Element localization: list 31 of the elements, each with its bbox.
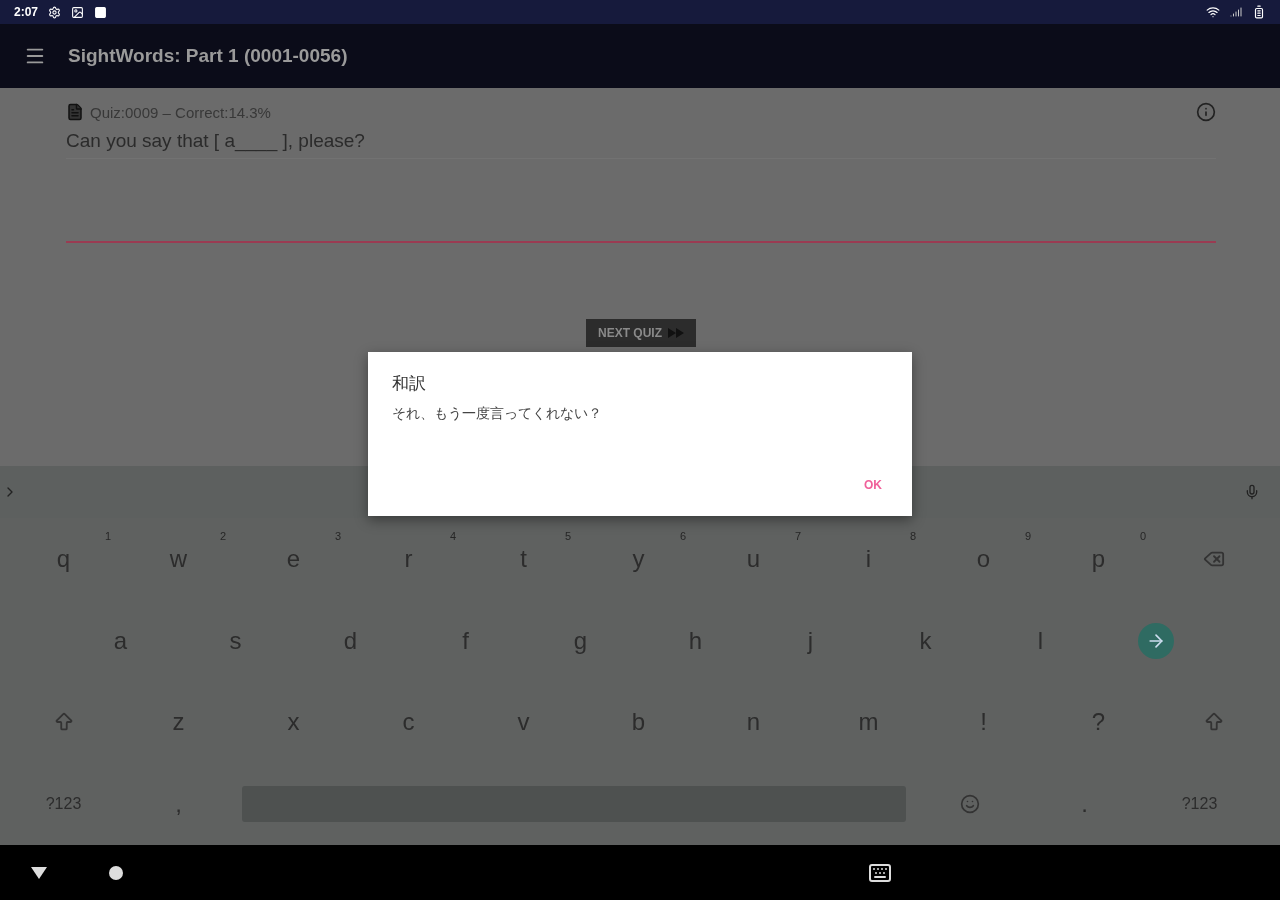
signal-icon [1230,6,1242,18]
wifi-icon [1206,5,1220,19]
back-icon[interactable] [30,865,48,880]
dialog-title: 和訳 [392,373,427,395]
battery-icon [1252,5,1266,19]
key-hint: 5 [564,530,571,542]
mic-icon[interactable] [1244,484,1260,500]
key-label[interactable]: . [1081,790,1088,819]
key-label[interactable]: , [175,790,182,819]
dialog-message: それ、もう一度言ってくれない？ [392,405,603,423]
quiz-question: Can you say that [ a____ ], please? [66,130,1216,159]
home-icon[interactable] [108,864,124,881]
next-quiz-button[interactable]: NEXT QUIZ [586,319,696,347]
fast-forward-icon [668,328,684,338]
key-label[interactable]: ? [1091,708,1106,737]
gear-icon [48,5,62,19]
key-label[interactable]: ! [980,708,987,737]
key-hint: 8 [909,530,916,542]
key-hint: 4 [449,530,456,542]
key-hint: 1 [104,530,111,542]
key-hint: 3 [334,530,341,542]
enter-key[interactable] [1137,622,1174,659]
image-icon [71,5,85,19]
status-time: 2:07 [14,5,39,19]
key-hint: 7 [794,530,801,542]
sd-card-icon [94,5,108,19]
app-title: SightWords: Part 1 (0001-0056) [68,45,348,67]
emoji-icon[interactable] [959,794,980,815]
info-icon[interactable] [1196,102,1216,122]
ok-button[interactable]: OK [858,474,888,496]
document-icon [66,103,84,121]
